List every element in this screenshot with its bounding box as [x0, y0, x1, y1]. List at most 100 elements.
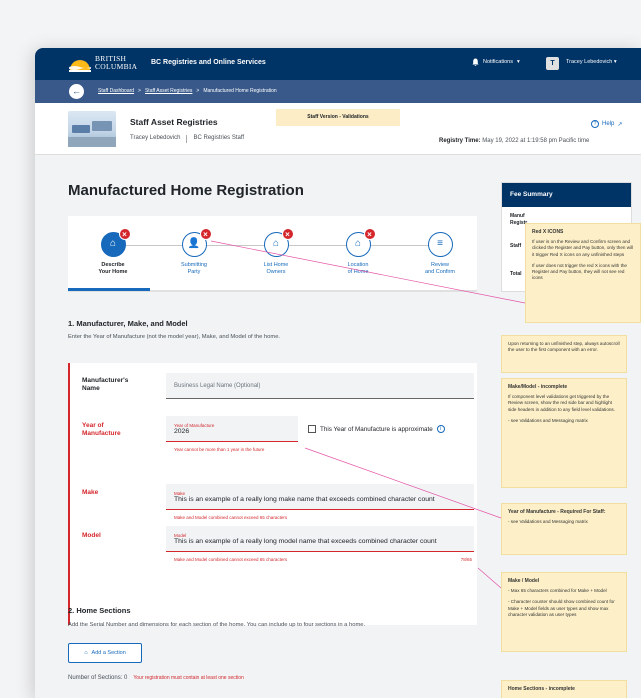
step-list-home-owners[interactable]: ⌂ × List Home Owners — [246, 228, 306, 276]
note-make-model: Make / Model - Max 65 characters combine… — [501, 572, 627, 652]
note-year-required: Year of Manufacture - Required For Staff… — [501, 503, 627, 555]
app-window: BRITISH COLUMBIA BC Registries and Onlin… — [35, 48, 641, 698]
step-label: Submitting — [181, 262, 207, 268]
make-error-message: Make and Model combined cannot exceed 65… — [174, 515, 288, 520]
manufacturer-placeholder: Business Legal Name (Optional) — [174, 382, 261, 389]
manufacturer-name-input[interactable]: Business Legal Name (Optional) — [166, 373, 474, 399]
breadcrumb-separator: > — [138, 88, 141, 94]
step-label: and Confirm — [425, 269, 455, 275]
error-x-icon: × — [363, 228, 376, 240]
external-link-icon: ↗ — [617, 121, 623, 128]
step-label: List Home — [263, 262, 289, 268]
help-link[interactable]: ? Help ↗ — [591, 120, 622, 128]
number-of-sections: Number of Sections: 0 Your registration … — [68, 675, 244, 681]
add-section-button[interactable]: ⌂ Add a Section — [68, 643, 142, 663]
version-tag: Staff Version - Validations — [276, 109, 400, 126]
notifications-menu[interactable]: Notifications ▾ — [472, 58, 520, 66]
note-red-x-icons: Red X ICONS If user is on the Review and… — [525, 223, 641, 323]
note-text: If user is on the Review and Confirm scr… — [532, 239, 634, 257]
note-text: Upon returning to an unfinished step, al… — [508, 341, 620, 353]
number-of-sections-value: Number of Sections: 0 — [68, 675, 128, 681]
registry-title: Staff Asset Registries — [130, 117, 218, 127]
note-home-sections: Home Sections - incomplete — [501, 680, 627, 698]
step-label: Your Home — [98, 269, 128, 275]
step-submitting-party[interactable]: 👤 × Submitting Party — [164, 228, 224, 276]
info-icon[interactable]: i — [436, 425, 445, 433]
user-menu[interactable]: Tracey Lebedovich ▾ — [566, 59, 617, 65]
note-title: Make/Model - incomplete — [508, 384, 568, 390]
step-review-confirm[interactable]: ≡ Review and Confirm — [410, 232, 470, 276]
model-value: This is an example of a really long mode… — [174, 537, 437, 545]
app-name: BC Registries and Online Services — [151, 59, 266, 66]
page-title: Manufactured Home Registration — [68, 182, 304, 199]
year-label: Year of Manufacture — [82, 422, 121, 437]
breadcrumb-bar: ← Staff Dashboard > Staff Asset Registri… — [35, 80, 641, 103]
step-location-of-home[interactable]: ⌂ × Location of Home — [328, 228, 388, 276]
note-title: Home Sections - incomplete — [508, 686, 575, 692]
year-of-manufacture-input[interactable]: Year of Manufacture 2026 — [166, 416, 298, 442]
fee-row-manufactured: Manuf — [510, 213, 525, 219]
make-label: Make — [82, 489, 99, 496]
section-2-description: Add the Serial Number and dimensions for… — [68, 622, 366, 628]
breadcrumb-staff-dashboard[interactable]: Staff Dashboard — [98, 88, 134, 94]
connector-make-model — [477, 567, 502, 589]
staff-role: BC Registries Staff — [193, 135, 245, 141]
section-1-title: 1. Manufacturer, Make, and Model — [68, 319, 188, 328]
step-describe-home[interactable]: ⌂ × Describe Your Home — [83, 228, 143, 276]
note-text: - see Validations and Messaging matrix — [508, 519, 588, 525]
bell-icon — [472, 58, 479, 66]
bc-logo[interactable]: BRITISH COLUMBIA — [69, 54, 155, 74]
note-title: Make / Model — [508, 578, 540, 584]
top-nav-bar: BRITISH COLUMBIA BC Registries and Onlin… — [35, 48, 641, 80]
checkbox-box[interactable] — [308, 425, 316, 433]
step-label: Location — [347, 262, 369, 268]
error-x-icon: × — [281, 228, 294, 240]
note-text: - Character counter should show combined… — [508, 599, 615, 617]
step-label: Review — [430, 262, 450, 268]
registry-header: Staff Asset Registries Tracey Lebedovich… — [35, 103, 641, 155]
approximate-checkbox[interactable]: This Year of Manufacture is approximate … — [308, 425, 445, 433]
chevron-down-icon: ▾ — [516, 59, 520, 65]
logo-line-2: COLUMBIA — [95, 62, 138, 71]
document-icon: ≡ — [427, 232, 453, 257]
step-label: of Home — [347, 269, 369, 275]
bc-logo-text: BRITISH COLUMBIA — [95, 55, 137, 71]
breadcrumb: Staff Dashboard > Staff Asset Registries… — [98, 88, 277, 94]
active-step-indicator — [68, 288, 150, 291]
fee-row-staff: Staff — [510, 243, 522, 249]
note-autoscroll: Upon returning to an unfinished step, al… — [501, 335, 627, 373]
user-name: Tracey Lebedovich — [566, 59, 613, 65]
avatar[interactable]: T — [546, 57, 559, 70]
step-label: Describe — [101, 262, 125, 268]
note-text: If user does not trigger the red X icons… — [532, 262, 627, 281]
section-2-title: 2. Home Sections — [68, 606, 131, 615]
home-location-icon: ⌂ × — [345, 228, 376, 257]
note-title: Year of Manufacture - Required For Staff… — [508, 509, 606, 515]
back-arrow-icon[interactable]: ← — [69, 84, 84, 99]
note-make-model-incomplete: Make/Model - incomplete If component lev… — [501, 378, 627, 488]
model-input[interactable]: Model This is an example of a really lon… — [166, 526, 474, 552]
make-value: This is an example of a really long make… — [174, 495, 435, 503]
home-icon: ⌂ × — [100, 228, 131, 257]
staff-user-name: Tracey Lebedovich — [130, 135, 181, 141]
registry-time-value: May 19, 2022 at 1:19:58 pm Pacific time — [482, 138, 590, 144]
note-text: If component level validations get trigg… — [508, 394, 615, 412]
help-icon: ? — [591, 120, 599, 128]
make-input[interactable]: Make This is an example of a really long… — [166, 484, 474, 510]
notifications-label: Notifications — [483, 59, 513, 65]
manufacturer-form-card: Manufacturer's Name Business Legal Name (… — [68, 363, 477, 625]
registry-time: Registry Time: May 19, 2022 at 1:19:58 p… — [439, 138, 589, 144]
note-title: Red X ICONS — [532, 229, 564, 235]
model-error-message: Make and Model combined cannot exceed 65… — [174, 557, 288, 562]
number-of-sections-error: Your registration must contain at least … — [133, 675, 244, 681]
home-owners-icon: ⌂ × — [263, 228, 294, 257]
note-text: - Max 65 characters combined for Make + … — [508, 588, 607, 594]
year-error-message: Year cannot be more than 1 year in the f… — [174, 447, 265, 452]
step-label: Owners — [266, 269, 286, 275]
section-1-description: Enter the Year of Manufacture (not the m… — [68, 334, 281, 340]
registration-stepper: ⌂ × Describe Your Home 👤 × Submitting Party … — [68, 216, 477, 292]
breadcrumb-asset-registries[interactable]: Staff Asset Registries — [145, 88, 192, 94]
fee-row-total: Total — [510, 271, 522, 277]
breadcrumb-current: Manufactured Home Registration — [203, 88, 277, 94]
manufacturer-label: Manufacturer's Name — [82, 377, 129, 392]
